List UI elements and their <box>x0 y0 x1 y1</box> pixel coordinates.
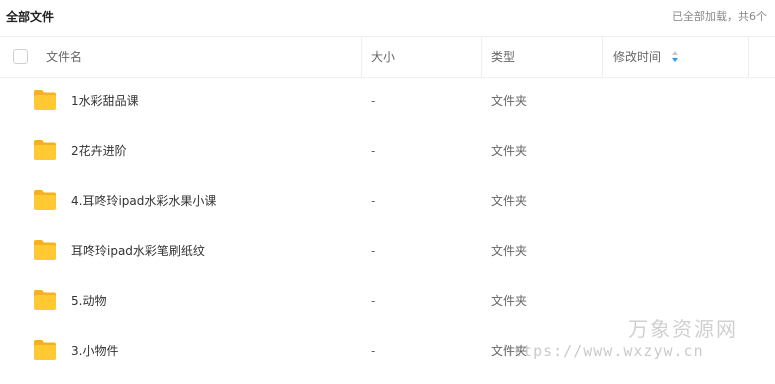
file-row[interactable]: 2花卉进阶 - 文件夹 <box>0 126 775 176</box>
file-type: 文件夹 <box>491 194 528 208</box>
folder-icon <box>34 240 56 260</box>
file-size: - <box>371 244 376 258</box>
file-type: 文件夹 <box>491 144 528 158</box>
file-size: - <box>371 94 376 108</box>
folder-icon <box>34 90 56 110</box>
select-all-checkbox[interactable] <box>13 49 28 64</box>
file-type: 文件夹 <box>491 244 528 258</box>
watermark-title: 万象资源网 <box>628 317 738 341</box>
column-header-size[interactable]: 大小 <box>371 37 395 77</box>
file-row[interactable]: 4.耳咚玲ipad水彩水果小课 - 文件夹 <box>0 176 775 226</box>
file-name[interactable]: 2花卉进阶 <box>71 126 127 176</box>
file-type: 文件夹 <box>491 94 528 108</box>
column-header-name[interactable]: 文件名 <box>46 37 82 77</box>
folder-icon <box>34 290 56 310</box>
file-name[interactable]: 4.耳咚玲ipad水彩水果小课 <box>71 176 216 226</box>
load-status: 已全部加载，共6个 <box>672 10 767 23</box>
file-size: - <box>371 144 376 158</box>
file-name[interactable]: 1水彩甜品课 <box>71 76 139 126</box>
column-divider[interactable] <box>361 37 362 77</box>
column-header-modified[interactable]: 修改时间 <box>613 37 661 77</box>
watermark-url: https://www.wxzyw.cn <box>503 342 704 360</box>
folder-icon <box>34 140 56 160</box>
file-row[interactable]: 1水彩甜品课 - 文件夹 <box>0 76 775 126</box>
top-bar: 全部文件 已全部加载，共6个 <box>0 0 775 32</box>
file-name[interactable]: 耳咚玲ipad水彩笔刷纸纹 <box>71 226 205 276</box>
file-size: - <box>371 294 376 308</box>
file-name[interactable]: 3.小物件 <box>71 326 118 376</box>
column-header-type[interactable]: 类型 <box>491 37 515 77</box>
folder-icon <box>34 190 56 210</box>
column-divider[interactable] <box>748 37 749 77</box>
breadcrumb[interactable]: 全部文件 <box>6 8 54 25</box>
file-row[interactable]: 耳咚玲ipad水彩笔刷纸纹 - 文件夹 <box>0 226 775 276</box>
file-size: - <box>371 344 376 358</box>
file-list-header: 文件名 大小 类型 修改时间 <box>0 36 775 78</box>
file-size: - <box>371 194 376 208</box>
file-type: 文件夹 <box>491 294 528 308</box>
column-divider[interactable] <box>481 37 482 77</box>
file-name[interactable]: 5.动物 <box>71 276 106 326</box>
sort-icon[interactable] <box>671 49 679 65</box>
folder-icon <box>34 340 56 360</box>
column-divider[interactable] <box>602 37 603 77</box>
